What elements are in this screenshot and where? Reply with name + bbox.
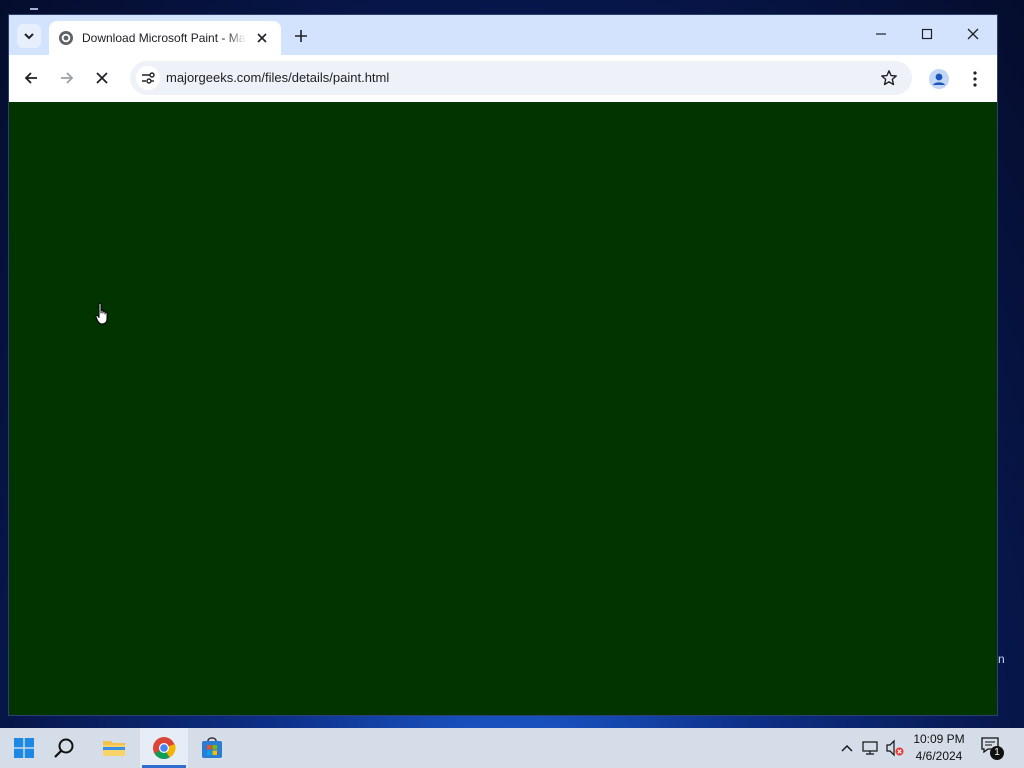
taskbar-search-button[interactable] bbox=[40, 728, 88, 768]
chrome-icon bbox=[153, 737, 176, 759]
minimize-icon bbox=[876, 33, 886, 35]
maximize-button[interactable] bbox=[912, 23, 942, 45]
file-explorer-button[interactable] bbox=[90, 728, 138, 768]
windows-logo-icon bbox=[14, 738, 34, 758]
new-tab-button[interactable] bbox=[291, 26, 311, 46]
arrow-left-icon bbox=[24, 72, 37, 84]
speaker-muted-icon bbox=[886, 739, 904, 757]
chrome-taskbar-button[interactable] bbox=[140, 728, 188, 768]
maximize-icon bbox=[921, 28, 933, 40]
tab-strip: Download Microsoft Paint - Ma bbox=[9, 15, 997, 55]
globe-icon bbox=[58, 30, 74, 46]
taskbar: 10:09 PM 4/6/2024 1 bbox=[0, 728, 1024, 768]
hand-pointer-icon bbox=[95, 302, 108, 325]
taskbar-clock[interactable]: 10:09 PM 4/6/2024 bbox=[908, 731, 970, 765]
tab-active[interactable]: Download Microsoft Paint - Ma bbox=[49, 21, 281, 55]
forward-button[interactable] bbox=[55, 66, 79, 90]
store-icon bbox=[202, 737, 222, 758]
page-content[interactable] bbox=[9, 102, 997, 715]
microsoft-store-button[interactable] bbox=[188, 728, 236, 768]
chevron-down-icon bbox=[24, 33, 34, 40]
tune-icon bbox=[142, 72, 155, 84]
tab-title: Download Microsoft Paint - Ma bbox=[82, 31, 246, 45]
folder-icon bbox=[103, 741, 125, 756]
tab-close-icon[interactable] bbox=[254, 30, 270, 46]
clock-date: 4/6/2024 bbox=[915, 749, 963, 763]
chevron-up-icon bbox=[841, 745, 853, 752]
arrow-right-icon bbox=[61, 72, 74, 84]
plus-icon bbox=[295, 30, 307, 42]
bookmark-button[interactable] bbox=[878, 67, 900, 89]
site-info-button[interactable] bbox=[136, 66, 160, 90]
minimize-button[interactable] bbox=[866, 23, 896, 45]
close-icon bbox=[96, 72, 108, 84]
stop-loading-button[interactable] bbox=[90, 66, 114, 90]
volume-status[interactable] bbox=[885, 738, 905, 758]
clock-time: 10:09 PM bbox=[913, 732, 965, 746]
profile-button[interactable] bbox=[927, 67, 951, 91]
notification-count-badge: 1 bbox=[990, 746, 1004, 760]
star-icon bbox=[881, 70, 897, 86]
close-window-button[interactable] bbox=[958, 23, 988, 45]
back-button[interactable] bbox=[19, 66, 43, 90]
address-bar[interactable]: majorgeeks.com/files/details/paint.html bbox=[130, 61, 912, 95]
browser-menu-button[interactable] bbox=[965, 67, 985, 91]
kebab-icon bbox=[973, 71, 977, 87]
desktop-edge-text: n bbox=[998, 652, 1005, 666]
close-icon bbox=[967, 28, 979, 40]
network-icon bbox=[862, 741, 878, 755]
person-icon bbox=[929, 69, 949, 89]
browser-toolbar: majorgeeks.com/files/details/paint.html bbox=[9, 55, 997, 102]
tab-search-button[interactable] bbox=[17, 24, 41, 48]
search-icon bbox=[54, 738, 74, 758]
network-status[interactable] bbox=[861, 738, 881, 758]
url-text: majorgeeks.com/files/details/paint.html bbox=[166, 70, 390, 85]
notification-center-button[interactable]: 1 bbox=[980, 736, 1006, 760]
chrome-window: Download Microsoft Paint - Ma majorgeeks… bbox=[9, 15, 997, 715]
show-hidden-icons-button[interactable] bbox=[837, 738, 857, 758]
